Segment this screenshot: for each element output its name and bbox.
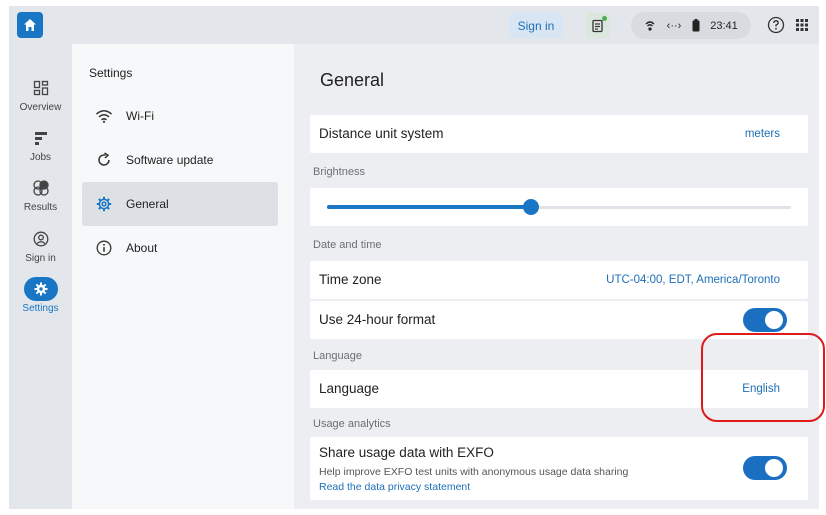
menu-item-label: About xyxy=(126,241,158,255)
status-pill[interactable]: ‹··› 23:41 xyxy=(631,12,751,39)
rail-item-jobs[interactable]: Jobs xyxy=(9,126,72,172)
rail-label: Settings xyxy=(22,303,59,314)
home-button[interactable] xyxy=(17,12,43,38)
menu-item-software-update[interactable]: Software update xyxy=(82,138,278,182)
rail-item-results[interactable]: Results xyxy=(9,176,72,222)
notification-dot xyxy=(602,16,607,21)
distance-unit-row[interactable]: Distance unit system meters xyxy=(310,115,808,153)
nav-rail: Overview Jobs Results Sign in Settings xyxy=(9,44,72,509)
battery-icon xyxy=(692,19,700,32)
time-format-label: Use 24-hour format xyxy=(319,312,436,327)
rail-label: Jobs xyxy=(29,152,52,163)
toggle-knob xyxy=(765,311,783,329)
usage-analytics-row: Share usage data with EXFO Help improve … xyxy=(310,437,808,500)
distance-unit-label: Distance unit system xyxy=(319,126,444,141)
menu-item-label: General xyxy=(126,197,169,211)
usage-analytics-label: Share usage data with EXFO xyxy=(319,445,494,460)
info-icon xyxy=(95,239,113,257)
jobs-icon xyxy=(29,126,53,150)
rail-item-sign-in[interactable]: Sign in xyxy=(9,227,72,273)
menu-title: Settings xyxy=(89,66,133,80)
help-icon[interactable] xyxy=(767,16,785,34)
refresh-icon xyxy=(95,151,113,169)
rail-label: Overview xyxy=(19,102,62,113)
apps-grid-icon[interactable] xyxy=(795,18,809,32)
rail-label: Sign in xyxy=(25,253,56,264)
privacy-statement-link[interactable]: Read the data privacy statement xyxy=(319,481,470,493)
distance-unit-value[interactable]: meters xyxy=(745,128,780,140)
time-zone-row[interactable]: Time zone UTC-04:00, EDT, America/Toront… xyxy=(310,261,808,299)
account-icon xyxy=(29,227,53,251)
notes-button[interactable] xyxy=(586,13,610,38)
wireless-icon xyxy=(645,20,655,31)
brightness-slider-thumb[interactable] xyxy=(523,199,539,215)
menu-item-label: Wi-Fi xyxy=(126,109,154,123)
settings-menu: Settings Wi-Fi Software update General A… xyxy=(72,44,294,509)
rail-item-overview[interactable]: Overview xyxy=(9,76,72,122)
gear-icon xyxy=(95,195,113,213)
menu-item-general[interactable]: General xyxy=(82,182,278,226)
results-icon xyxy=(29,176,53,200)
menu-item-wifi[interactable]: Wi-Fi xyxy=(82,94,278,138)
time-format-toggle[interactable] xyxy=(743,308,787,332)
section-date-time: Date and time xyxy=(313,239,382,251)
connection-indicator: ‹··› xyxy=(666,19,682,32)
toggle-knob xyxy=(765,459,783,477)
menu-item-label: Software update xyxy=(126,153,214,167)
dashboard-icon xyxy=(29,76,53,100)
language-label: Language xyxy=(319,381,380,396)
menu-item-about[interactable]: About xyxy=(82,226,278,270)
general-settings-panel: General Distance unit system meters Brig… xyxy=(294,44,819,509)
page-title: General xyxy=(320,70,385,90)
home-icon xyxy=(24,19,36,31)
section-usage-analytics: Usage analytics xyxy=(313,418,391,430)
section-language: Language xyxy=(313,350,362,362)
usage-analytics-description: Help improve EXFO test units with anonym… xyxy=(319,466,629,478)
brightness-row xyxy=(310,188,808,226)
rail-label: Results xyxy=(23,202,58,213)
usage-analytics-toggle[interactable] xyxy=(743,456,787,480)
time-zone-label: Time zone xyxy=(319,272,382,287)
app-window: Sign in ‹··› 23:41 Overview Jobs Results… xyxy=(9,6,819,509)
brightness-slider-fill xyxy=(327,205,531,209)
top-bar: Sign in ‹··› 23:41 xyxy=(9,6,819,44)
section-brightness: Brightness xyxy=(313,166,365,178)
wifi-icon xyxy=(95,107,113,125)
rail-item-settings[interactable]: Settings xyxy=(9,277,72,323)
clock-time: 23:41 xyxy=(710,19,738,32)
sign-in-button[interactable]: Sign in xyxy=(509,13,563,38)
highlight-annotation xyxy=(701,333,825,422)
time-zone-value[interactable]: UTC-04:00, EDT, America/Toronto xyxy=(606,274,780,286)
gear-icon xyxy=(23,277,58,301)
